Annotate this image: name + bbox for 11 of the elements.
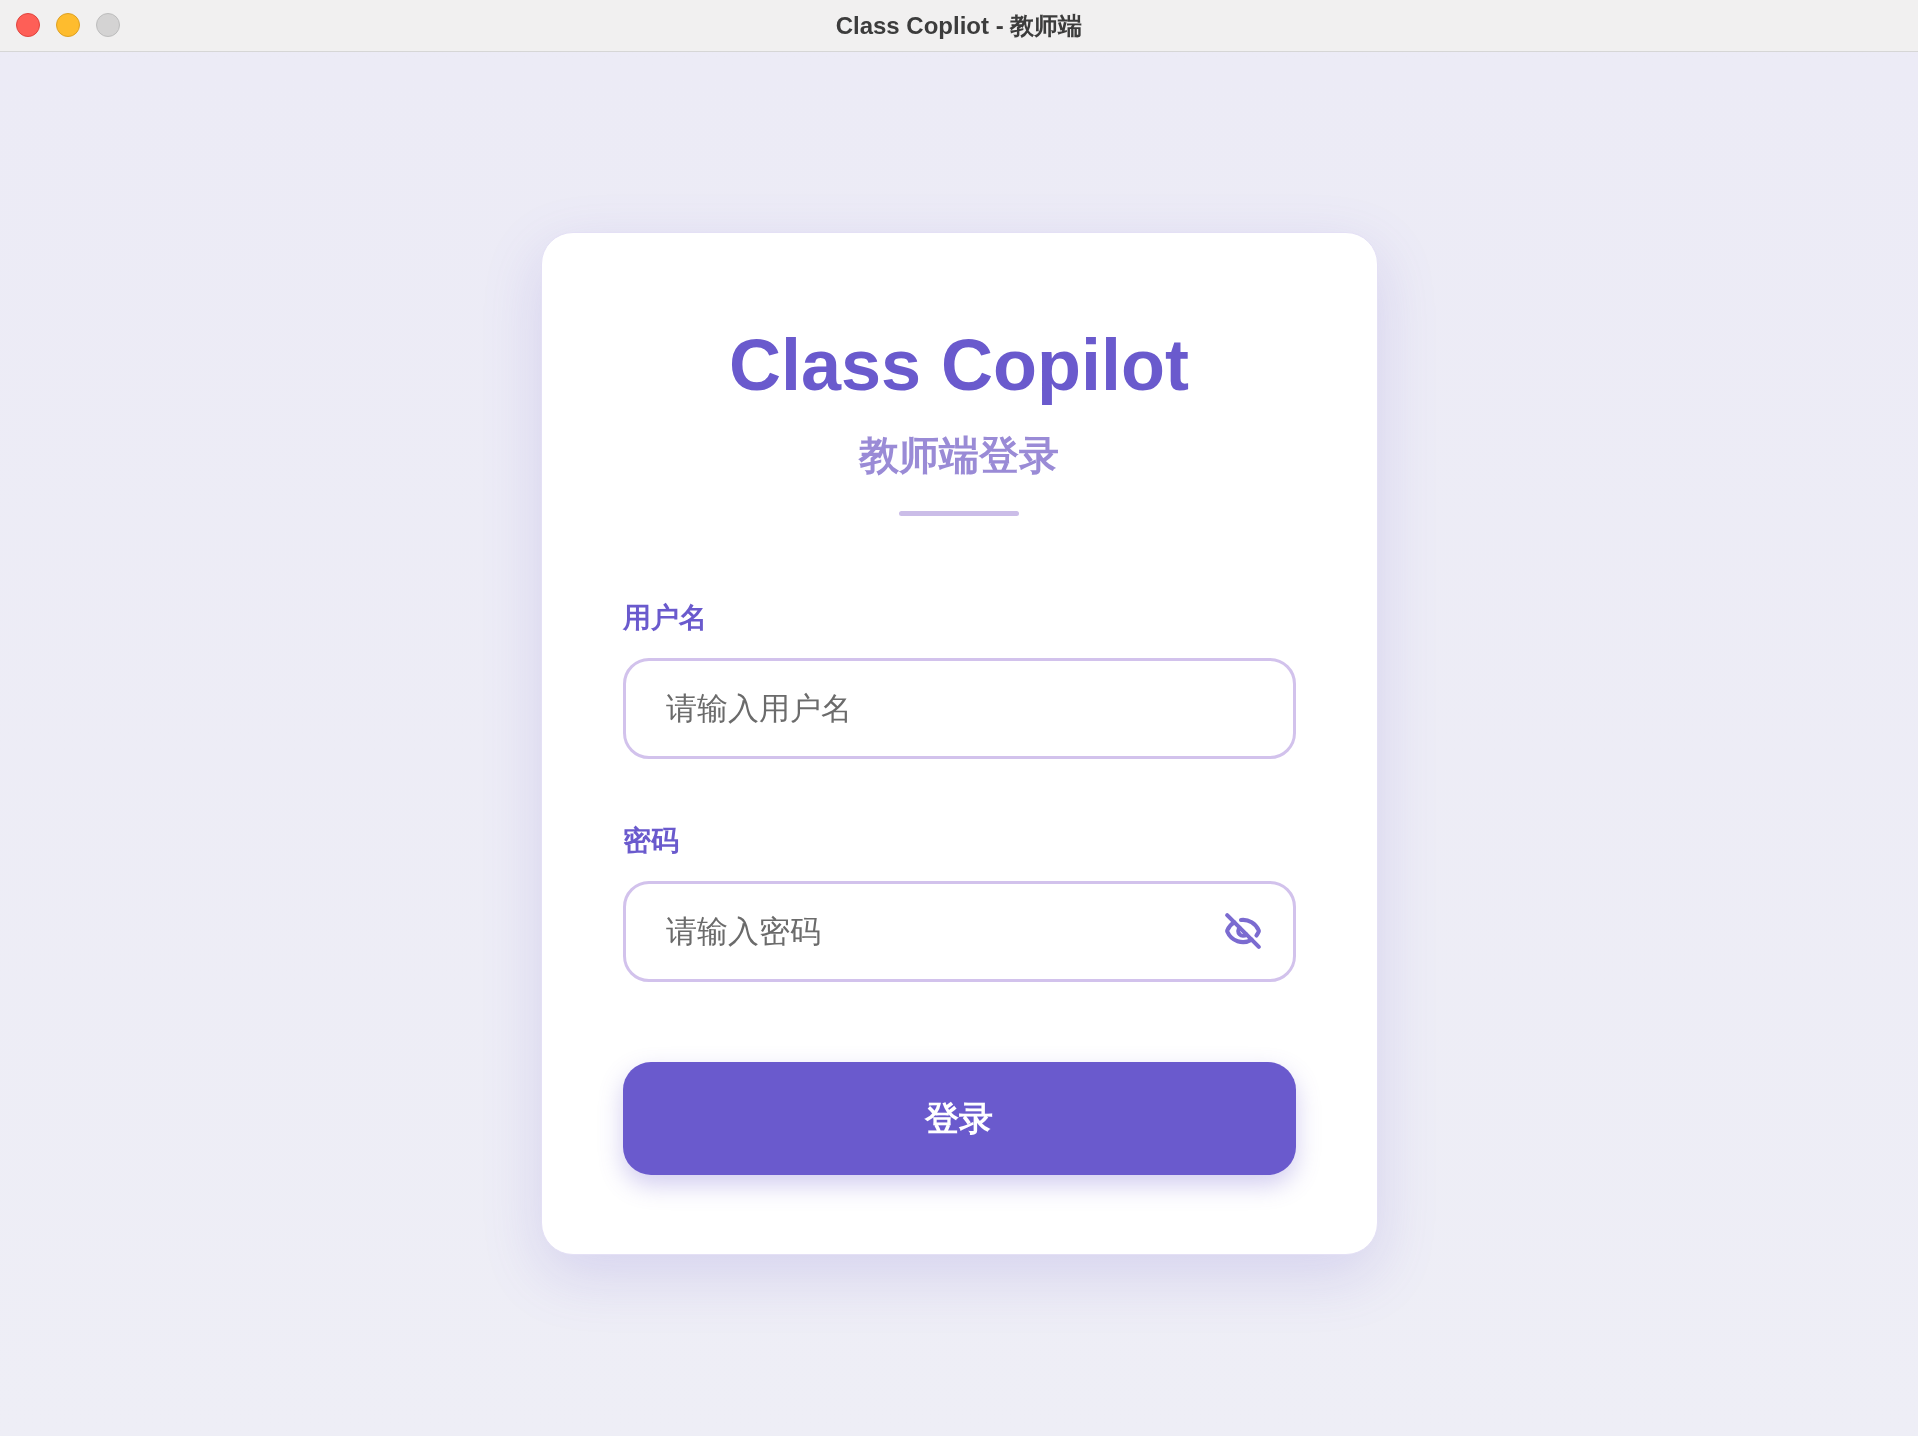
password-label: 密码 (622, 824, 680, 858)
login-button[interactable]: 登录 (622, 1062, 1296, 1175)
window-title: Class Copliot - 教师端 (835, 10, 1083, 41)
app-title: Class Copilot (728, 325, 1190, 405)
eye-off-icon[interactable] (1223, 912, 1262, 950)
minimize-icon[interactable] (56, 13, 80, 37)
password-field[interactable]: 请输入密码 (622, 881, 1296, 982)
login-subtitle: 教师端登录 (859, 432, 1059, 479)
username-field[interactable]: 请输入用户名 (622, 658, 1296, 759)
close-icon[interactable] (16, 13, 40, 37)
username-label: 用户名 (622, 601, 708, 635)
